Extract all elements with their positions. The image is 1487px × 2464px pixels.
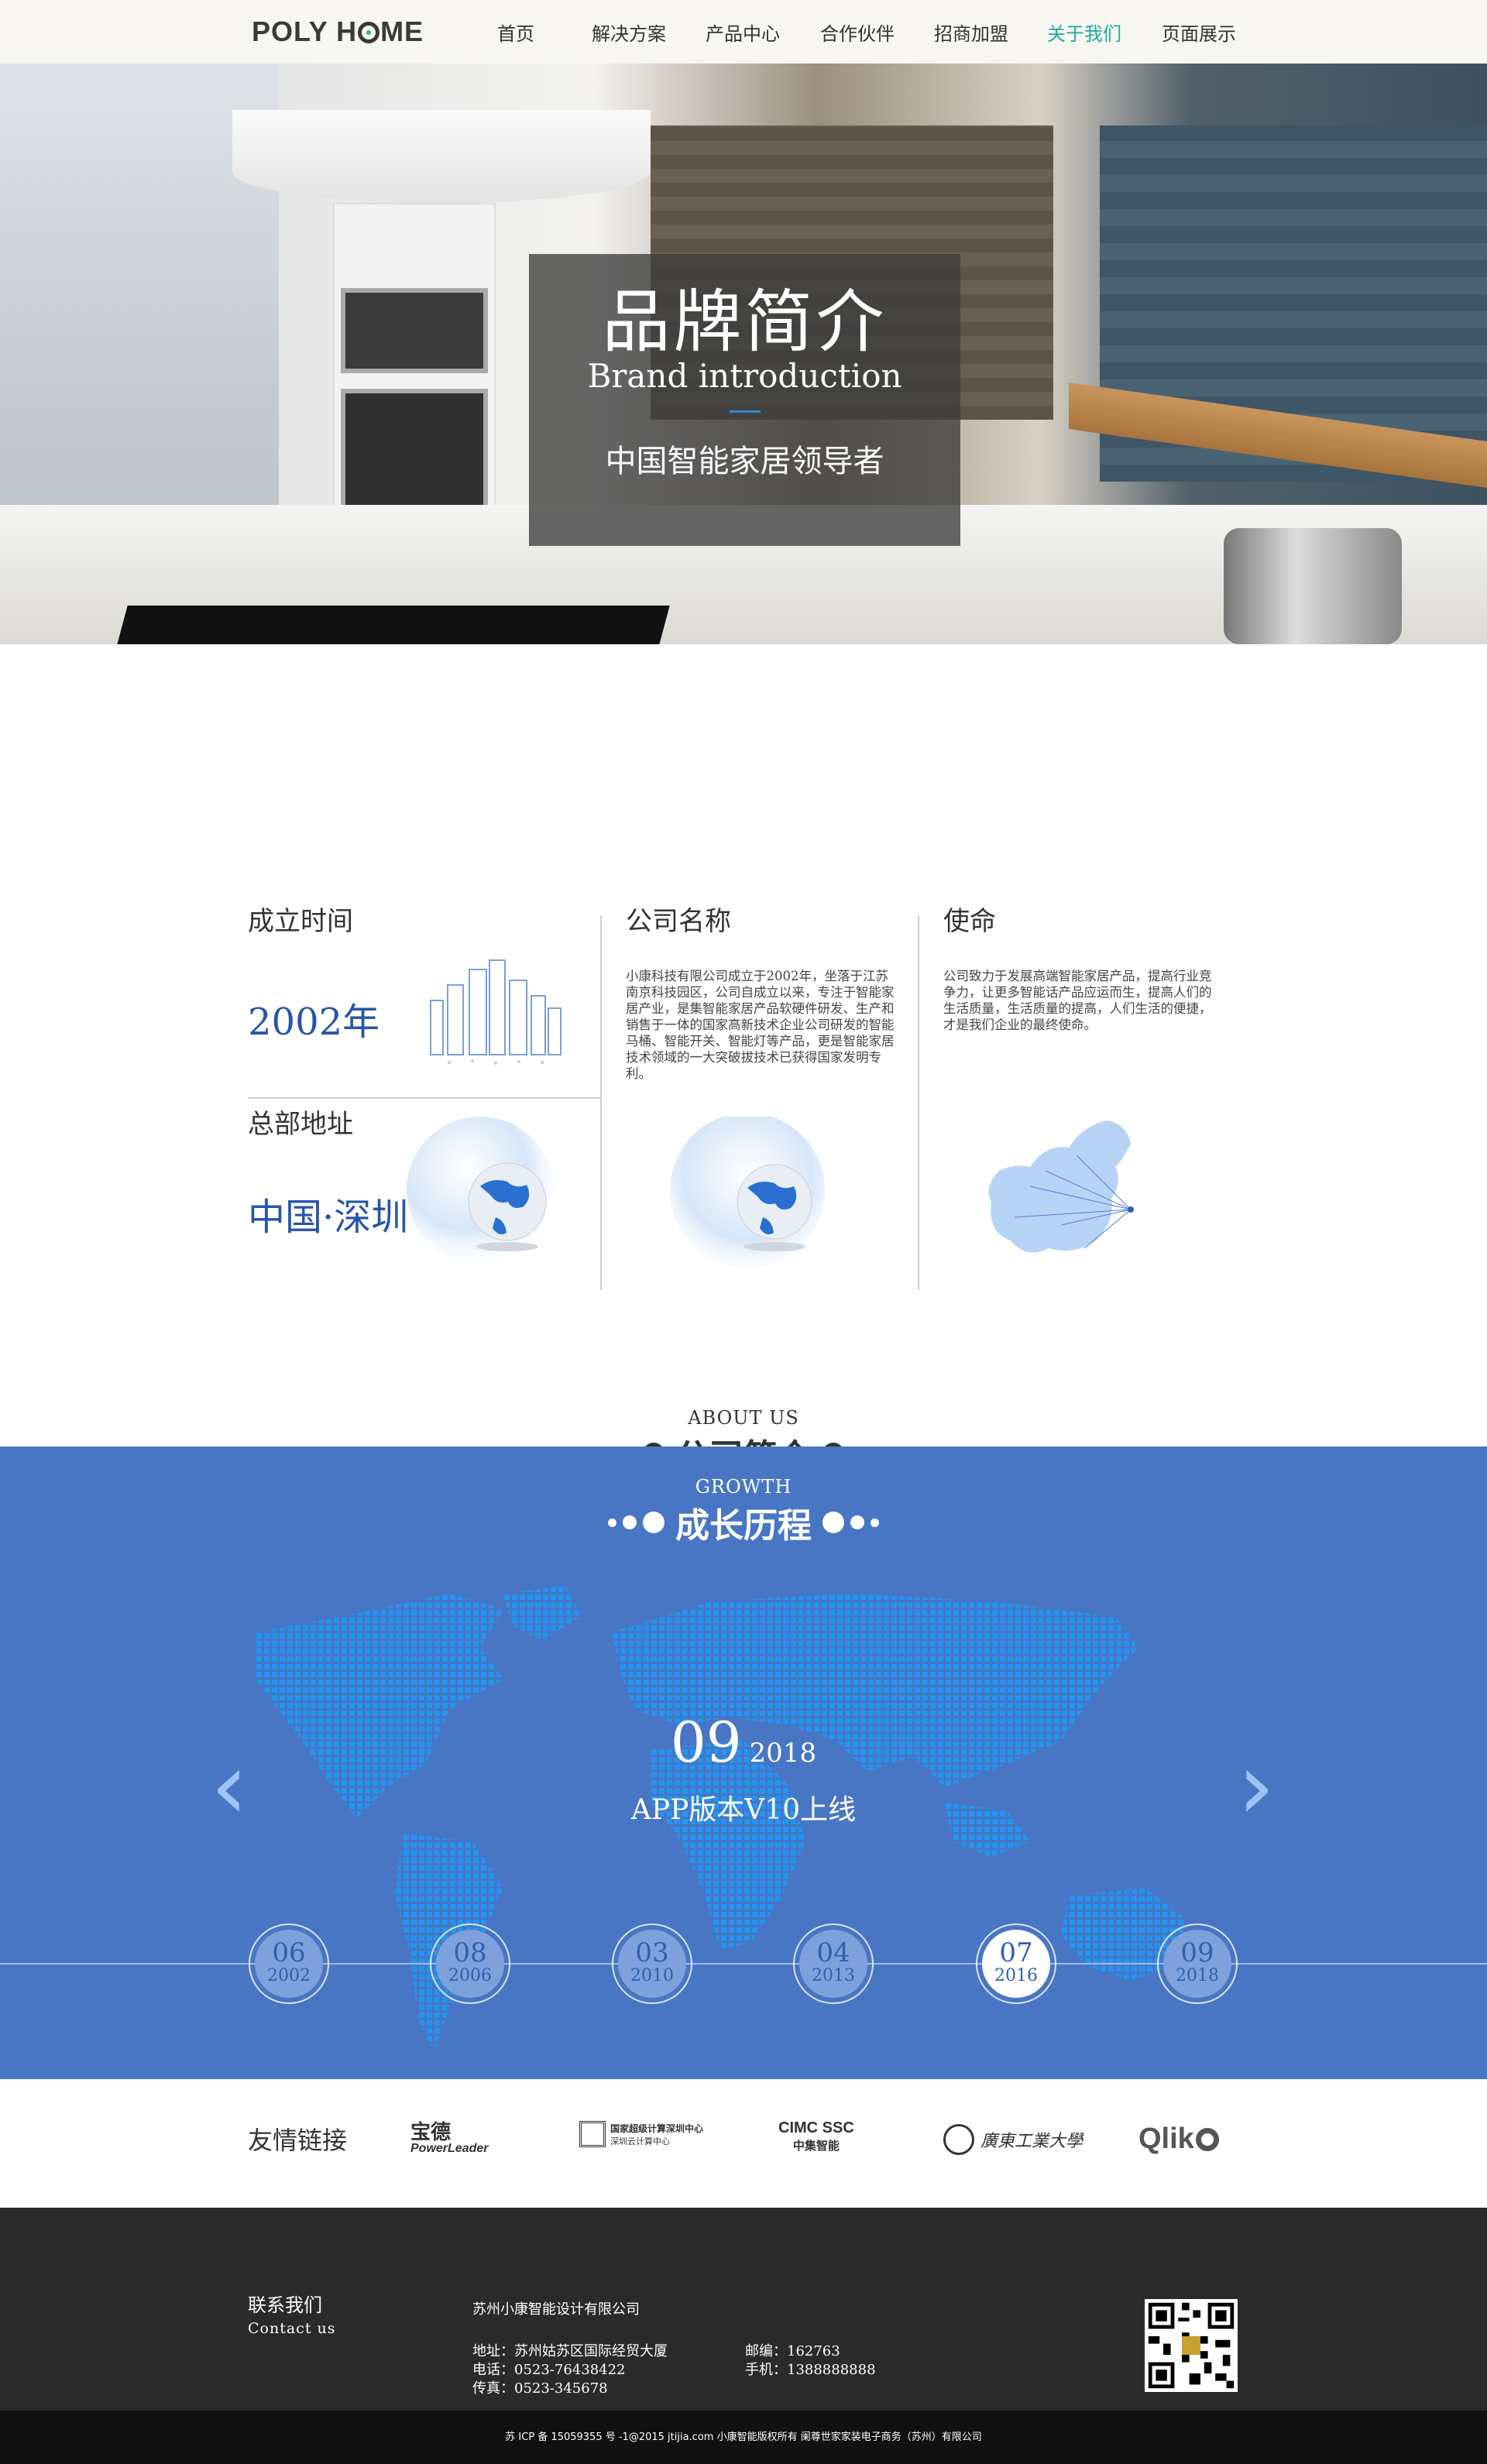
node-year: 2010	[630, 1966, 674, 1985]
node-month: 06	[272, 1937, 306, 1968]
qr-code-icon	[1145, 2299, 1238, 2392]
node-year: 2013	[812, 1966, 855, 1985]
partner-name: 廣東工業大學	[980, 2132, 1083, 2151]
partner-sub: 深圳云计算中心	[610, 2136, 670, 2147]
partner-sub: PowerLeader	[410, 2142, 489, 2155]
partner-sub: 中集智能	[792, 2140, 840, 2153]
nav-item-home[interactable]: 首页	[497, 19, 534, 46]
timeline-node[interactable]: 03 2010	[612, 1923, 692, 2004]
partner-name: 宝德	[410, 2121, 452, 2144]
node-month: 07	[999, 1937, 1033, 1968]
current-date: 09 2018	[0, 1710, 1487, 1775]
friend-links-title: 友情链接	[248, 2126, 348, 2155]
hero-title: 品牌简介	[602, 282, 888, 362]
growth-heading-cn-wrap: 成长历程	[608, 1498, 879, 1547]
partner-supercomputing[interactable]: 国家超级计算深圳中心 深圳云计算中心	[579, 2121, 703, 2147]
footer-company: 苏州小康智能设计有限公司	[472, 2301, 640, 2318]
hero-subtitle: Brand introduction	[587, 357, 902, 395]
qlik-q-icon	[1195, 2127, 1219, 2151]
current-month: 09	[670, 1710, 742, 1775]
partner-cimc[interactable]: CIMC SSC 中集智能	[778, 2119, 854, 2153]
about-heading-en: ABOUT US	[688, 1407, 799, 1429]
partner-powerleader[interactable]: 宝德 PowerLeader	[410, 2116, 488, 2156]
university-seal-icon	[943, 2124, 974, 2155]
footer-phone: 电话：0523-76438422	[472, 2362, 626, 2378]
chip-icon	[579, 2121, 606, 2147]
founded-label: 成立时间	[248, 906, 353, 937]
globe-icon-2	[670, 1117, 825, 1268]
timeline-node[interactable]: 06 2002	[249, 1923, 329, 2004]
hero-bg-oven-top	[341, 288, 488, 373]
footer-mobile: 手机：1388888888	[745, 2362, 876, 2378]
partner-name: 国家超级计算深圳中心	[610, 2123, 704, 2134]
current-year: 2018	[749, 1738, 817, 1769]
dots-left-icon	[608, 1512, 665, 1533]
node-year: 2016	[994, 1966, 1038, 1985]
column-divider-2	[918, 915, 919, 1290]
timeline-node[interactable]: 09 2018	[1157, 1923, 1238, 2004]
hero-divider	[729, 410, 761, 413]
timeline-node[interactable]: 04 2013	[793, 1923, 874, 2004]
hq-value: 中国·深圳	[248, 1196, 409, 1239]
node-month: 09	[1180, 1937, 1214, 1968]
logo-text-left: POLY H	[252, 15, 358, 47]
hero-banner: 品牌简介 Brand introduction 中国智能家居领导者	[0, 63, 1487, 644]
name-label: 公司名称	[626, 906, 731, 937]
growth-heading-cn: 成长历程	[675, 1506, 812, 1546]
footer: 联系我们 Contact us 苏州小康智能设计有限公司 地址：苏州姑苏区国际经…	[0, 2208, 1487, 2411]
logo-o-icon	[358, 22, 380, 43]
timeline-node[interactable]: 08 2006	[430, 1923, 510, 2004]
footer-fax: 传真：0523-345678	[472, 2380, 608, 2397]
buildings-icon	[430, 959, 561, 1065]
partner-name: Qlik	[1138, 2123, 1194, 2155]
footer-contact-en: Contact us	[248, 2320, 336, 2337]
nav-item-about[interactable]: 关于我们	[1047, 19, 1121, 46]
nav-item-franchise[interactable]: 招商加盟	[934, 19, 1008, 46]
node-year: 2018	[1176, 1966, 1219, 1985]
timeline-node-active[interactable]: 07 2016	[976, 1923, 1056, 2004]
hero-bg-toaster	[1224, 528, 1402, 644]
footer-postcode: 邮编：162763	[745, 2343, 840, 2359]
hq-label: 总部地址	[248, 1109, 353, 1140]
partner-qlik[interactable]: Qlik	[1138, 2123, 1219, 2156]
partner-gdut[interactable]: 廣東工業大學	[943, 2124, 1083, 2155]
founded-value: 2002年	[248, 1000, 380, 1044]
name-text: 小康科技有限公司成立于2002年，坐落于江苏南京科技园区，公司自成立以来，专注于…	[626, 969, 895, 1081]
growth-section: GROWTH 成长历程 ‹ › 09 2018 APP版本V10上线 06 20…	[0, 1446, 1487, 2079]
nav-item-solutions[interactable]: 解决方案	[592, 19, 666, 46]
hero-slogan: 中国智能家居领导者	[605, 444, 884, 479]
nav-item-products[interactable]: 产品中心	[706, 19, 780, 46]
logo[interactable]: POLY H ME	[252, 15, 424, 48]
top-nav: POLY H ME 首页 解决方案 产品中心 合作伙伴 招商加盟 关于我们 页面展…	[0, 0, 1487, 63]
china-map-icon	[988, 1120, 1134, 1253]
logo-text-right: ME	[380, 15, 424, 47]
mission-text: 公司致力于发展高端智能家居产品，提高行业竞争力，让更多智能话产品应运而生，提高人…	[943, 969, 1212, 1032]
dots-right-icon	[822, 1512, 879, 1533]
column-divider-1	[600, 915, 602, 1290]
partner-name: CIMC SSC	[778, 2119, 854, 2136]
footer-address: 地址：苏州姑苏区国际经贸大厦	[472, 2343, 668, 2359]
footer-contact-cn: 联系我们	[248, 2294, 322, 2316]
node-month: 08	[453, 1937, 487, 1968]
globe-icon	[407, 1117, 554, 1264]
hero-bg-hob	[105, 606, 670, 644]
node-year: 2002	[267, 1966, 311, 1985]
about-section: ABOUT US 公司简介 成立时间 2002年 总部地址 中国·深圳 公司名称…	[0, 644, 1487, 1477]
mission-label: 使命	[943, 906, 996, 937]
nav-item-showcase[interactable]: 页面展示	[1162, 19, 1236, 46]
timeline-line	[0, 1963, 1487, 1965]
copyright-bar: 苏 ICP 备 15059355 号 -1@2015 jtijia.com 小康…	[0, 2411, 1487, 2464]
friend-links: 友情链接 宝德 PowerLeader 国家超级计算深圳中心 深圳云计算中心 C…	[0, 2079, 1487, 2208]
growth-heading-en: GROWTH	[695, 1476, 792, 1498]
current-event: APP版本V10上线	[630, 1794, 857, 1826]
growth-heading: GROWTH 成长历程	[0, 1476, 1487, 1547]
hero-caption-box: 品牌简介 Brand introduction 中国智能家居领导者	[529, 254, 960, 546]
hero-bg-range-hood	[232, 110, 651, 203]
node-year: 2006	[448, 1966, 492, 1985]
divider-horizontal	[248, 1097, 601, 1099]
node-month: 04	[816, 1937, 850, 1968]
nav-item-partners[interactable]: 合作伙伴	[820, 19, 895, 46]
node-month: 03	[635, 1937, 669, 1968]
